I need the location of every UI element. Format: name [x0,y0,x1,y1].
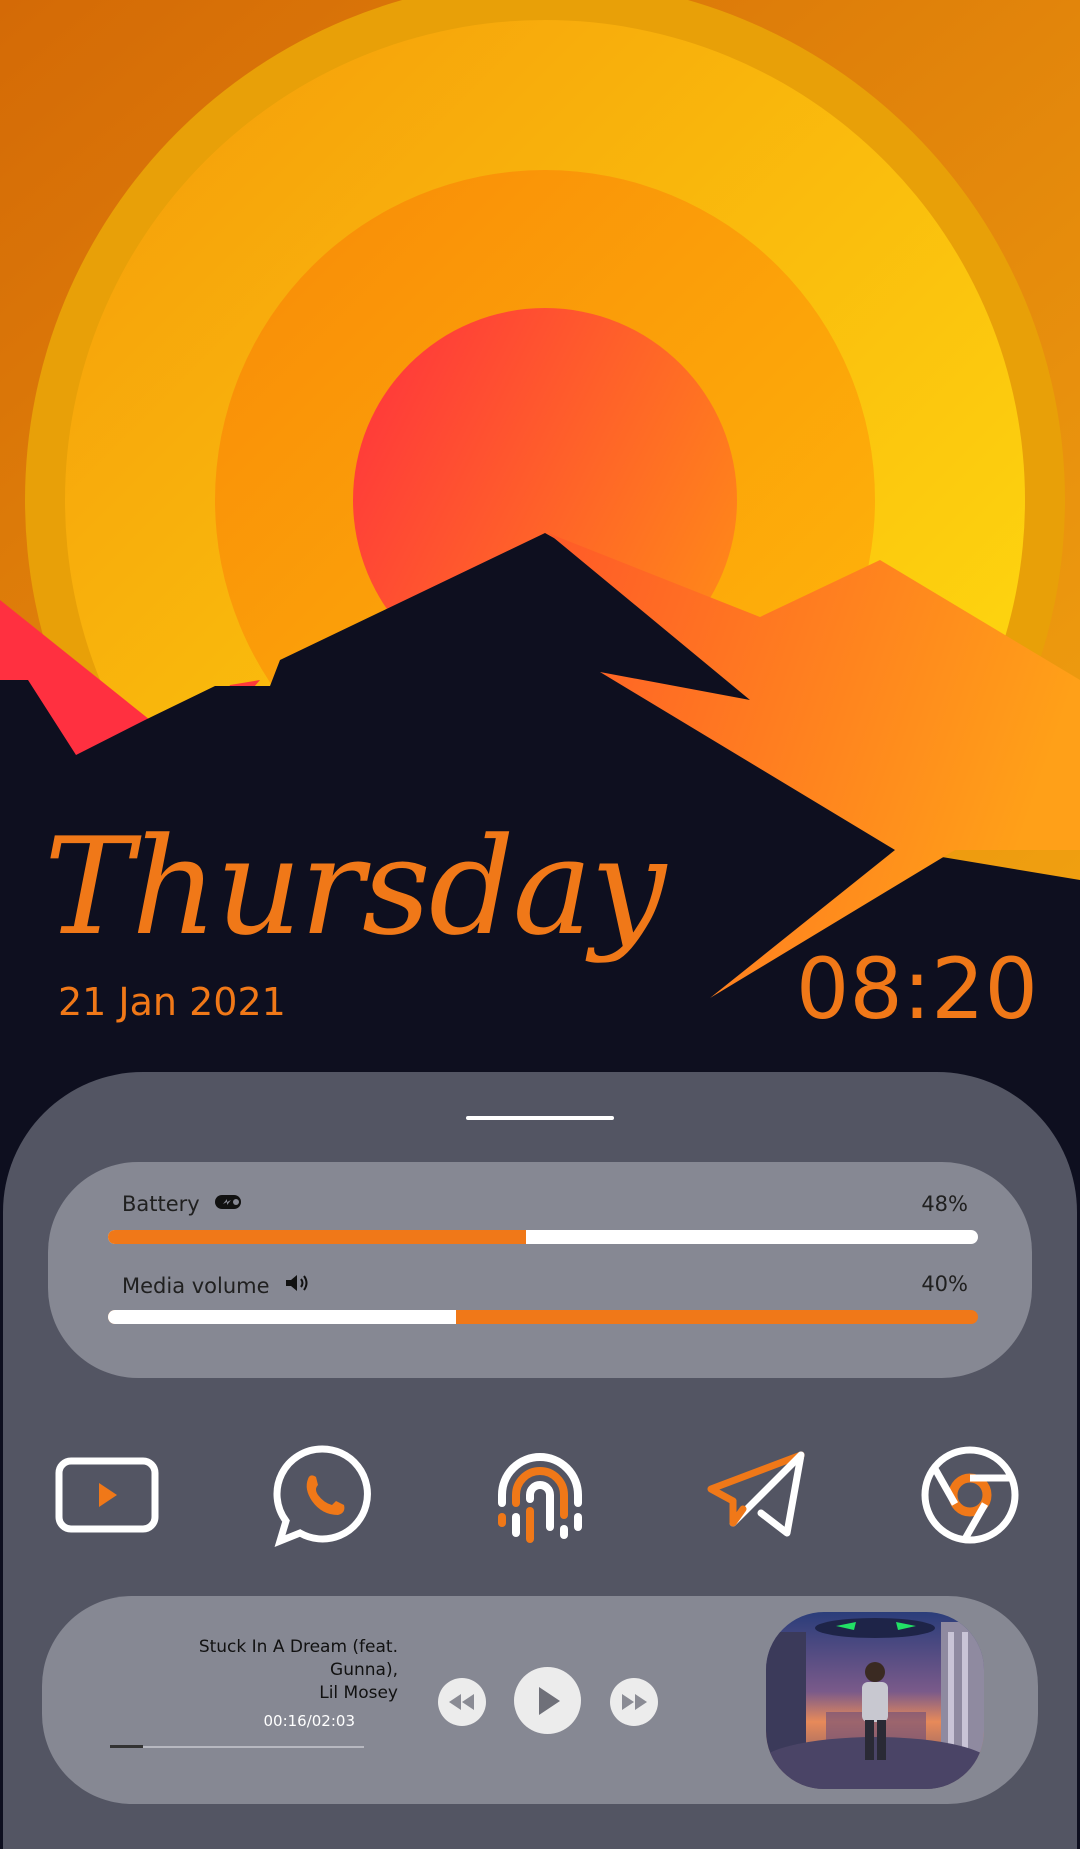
track-time: 00:16/02:03 [263,1712,355,1730]
battery-label: Battery [122,1192,200,1216]
track-title-line2: Gunna), [330,1660,398,1680]
volume-label: Media volume [122,1273,270,1298]
speaker-icon [284,1272,312,1299]
drag-handle[interactable] [466,1116,614,1120]
volume-row: Media volume [122,1272,312,1299]
weekday-label: Thursday [44,809,666,965]
chrome-icon[interactable] [915,1440,1025,1550]
battery-row: Battery [122,1192,244,1216]
app-dock [0,1440,1080,1550]
track-info: Stuck In A Dream (feat. Gunna), Lil Mose… [158,1636,398,1705]
youtube-icon[interactable] [52,1440,162,1550]
track-title-line1: Stuck In A Dream (feat. [198,1637,398,1657]
track-artist: Lil Mosey [319,1683,398,1703]
play-icon[interactable] [514,1667,581,1734]
fast-forward-icon[interactable] [610,1678,658,1726]
volume-value: 40% [921,1272,968,1296]
rewind-icon[interactable] [438,1678,486,1726]
clock-time: 08:20 [795,940,1038,1038]
date-label: 21 Jan 2021 [58,980,286,1024]
volume-slider[interactable] [108,1310,978,1324]
battery-bar-fill [108,1230,526,1244]
battery-bar [108,1230,978,1244]
paper-plane-icon[interactable] [700,1440,810,1550]
track-progress-fill [110,1745,144,1748]
volume-slider-fill [108,1310,456,1324]
track-progress-bar[interactable] [110,1745,364,1748]
fingerprint-icon[interactable] [485,1440,595,1550]
battery-charging-icon [214,1192,244,1216]
battery-value: 48% [921,1192,968,1216]
album-art [766,1612,984,1789]
whatsapp-icon[interactable] [267,1440,377,1550]
